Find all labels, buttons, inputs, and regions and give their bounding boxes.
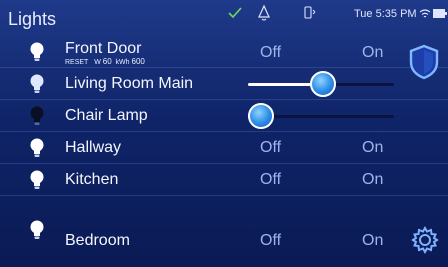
slider-knob[interactable] [248, 103, 274, 129]
light-row-hallway[interactable]: Hallway Off On [0, 132, 448, 164]
on-button[interactable]: On [362, 232, 383, 250]
gear-icon[interactable] [411, 226, 439, 254]
bulb-icon [30, 42, 44, 61]
on-button[interactable]: On [362, 139, 383, 157]
check-icon [228, 7, 242, 19]
energy-readout: RESET W 60 kWh 600 [65, 57, 145, 66]
reset-button[interactable]: RESET [65, 59, 88, 66]
light-name: Living Room Main [65, 75, 194, 92]
light-row-chair-lamp[interactable]: Chair Lamp [0, 100, 448, 132]
clock: Tue 5:35 PM [354, 8, 417, 20]
light-row-living-room-main[interactable]: Living Room Main [0, 68, 448, 100]
bulb-icon [30, 138, 44, 157]
lights-screen: Lights Tue 5:35 PM Front Door RESET W 60… [0, 0, 448, 267]
wifi-icon [419, 9, 431, 18]
status-bar: Lights Tue 5:35 PM [0, 0, 448, 36]
battery-icon [433, 9, 447, 18]
light-row-front-door[interactable]: Front Door RESET W 60 kWh 600 Off On [0, 36, 448, 68]
bulb-icon [30, 74, 44, 93]
bluetooth-icon [304, 6, 316, 19]
dimmer-slider[interactable] [248, 71, 394, 97]
light-row-bedroom[interactable]: Bedroom Off On [0, 196, 448, 249]
light-name: Hallway [65, 139, 122, 156]
dimmer-slider[interactable] [248, 103, 394, 129]
bulb-icon [30, 220, 44, 239]
off-button[interactable]: Off [260, 139, 281, 157]
bulb-off-icon [30, 106, 44, 125]
light-name: Chair Lamp [65, 107, 148, 124]
light-name: Kitchen [65, 171, 119, 188]
on-button[interactable]: On [362, 171, 383, 189]
off-button[interactable]: Off [260, 232, 281, 250]
bell-icon[interactable] [256, 4, 272, 22]
slider-knob[interactable] [310, 71, 336, 97]
page-title: Lights [8, 9, 57, 29]
off-button[interactable]: Off [260, 171, 281, 189]
bulb-icon [30, 170, 44, 189]
slider-rest [261, 115, 394, 118]
off-button[interactable]: Off [260, 44, 281, 62]
light-row-kitchen[interactable]: Kitchen Off On [0, 164, 448, 196]
on-button[interactable]: On [362, 44, 383, 62]
light-name: Front Door [65, 40, 142, 57]
light-name: Bedroom [65, 232, 130, 249]
